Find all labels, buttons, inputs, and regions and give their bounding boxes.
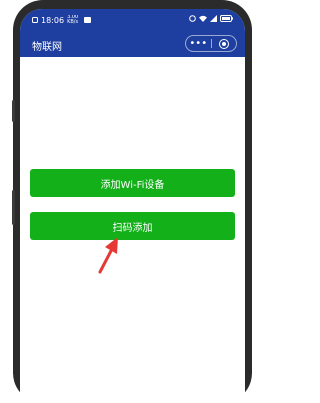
annotation-arrow-icon	[98, 237, 118, 274]
